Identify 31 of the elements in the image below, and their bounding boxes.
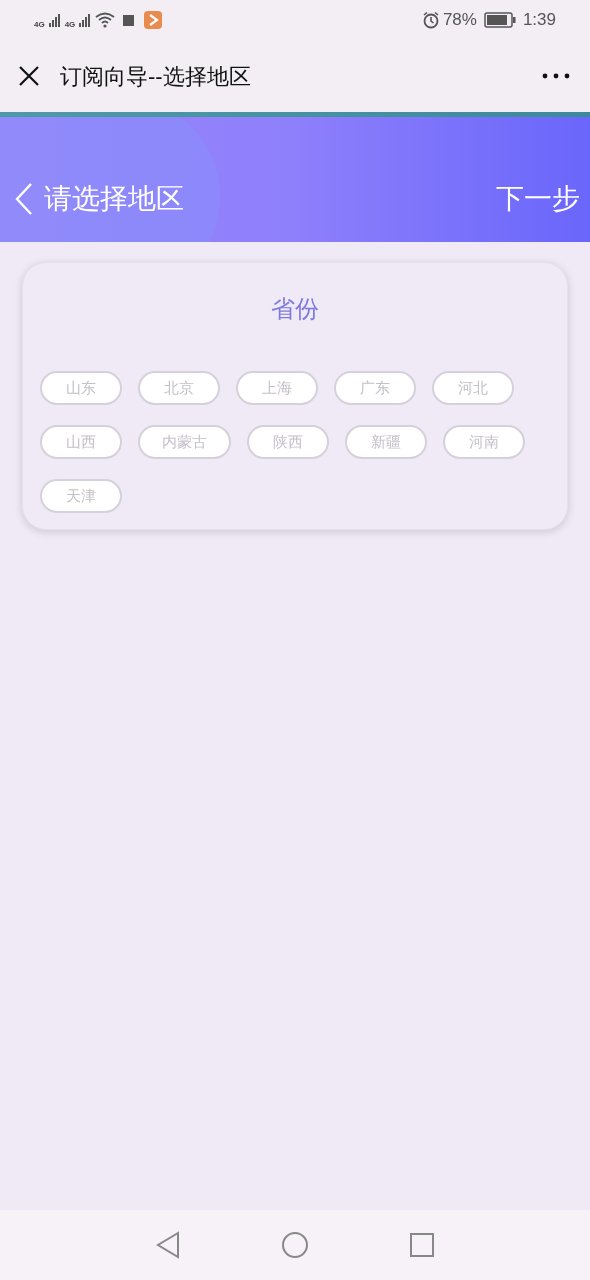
signal-icon [79,13,92,27]
network-label: 4G [34,19,45,31]
recents-nav-icon[interactable] [409,1232,435,1258]
region-chip[interactable]: 河南 [443,425,525,459]
alarm-icon [421,11,440,29]
region-chip[interactable]: 北京 [138,371,220,405]
wifi-icon [95,12,116,28]
region-chip[interactable]: 内蒙古 [138,425,231,459]
network-label: 4G [64,19,76,31]
close-icon[interactable] [18,65,40,87]
next-button[interactable]: 下一步 [496,177,580,220]
card-title: 省份 [270,294,320,324]
region-chip[interactable]: 河北 [432,371,514,405]
page-title: 订阅向导--选择地区 [60,62,251,91]
region-chip[interactable]: 山东 [40,371,122,405]
home-nav-icon[interactable] [281,1231,309,1259]
battery-icon [483,12,516,28]
region-chip[interactable]: 陕西 [247,425,329,459]
clock-time: 1:39 [522,9,556,32]
battery-percent: 78% [442,9,477,32]
back-nav-icon[interactable] [155,1231,181,1259]
region-chip[interactable]: 山西 [40,425,122,459]
back-icon [14,181,34,216]
square-icon [123,14,135,26]
signal-icon [48,13,61,27]
region-chip[interactable]: 天津 [40,479,122,513]
region-chip[interactable]: 上海 [236,371,318,405]
region-chip[interactable]: 广东 [334,371,416,405]
region-chip[interactable]: 新疆 [345,425,427,459]
play-app-icon [144,11,163,29]
more-icon[interactable] [542,73,570,79]
